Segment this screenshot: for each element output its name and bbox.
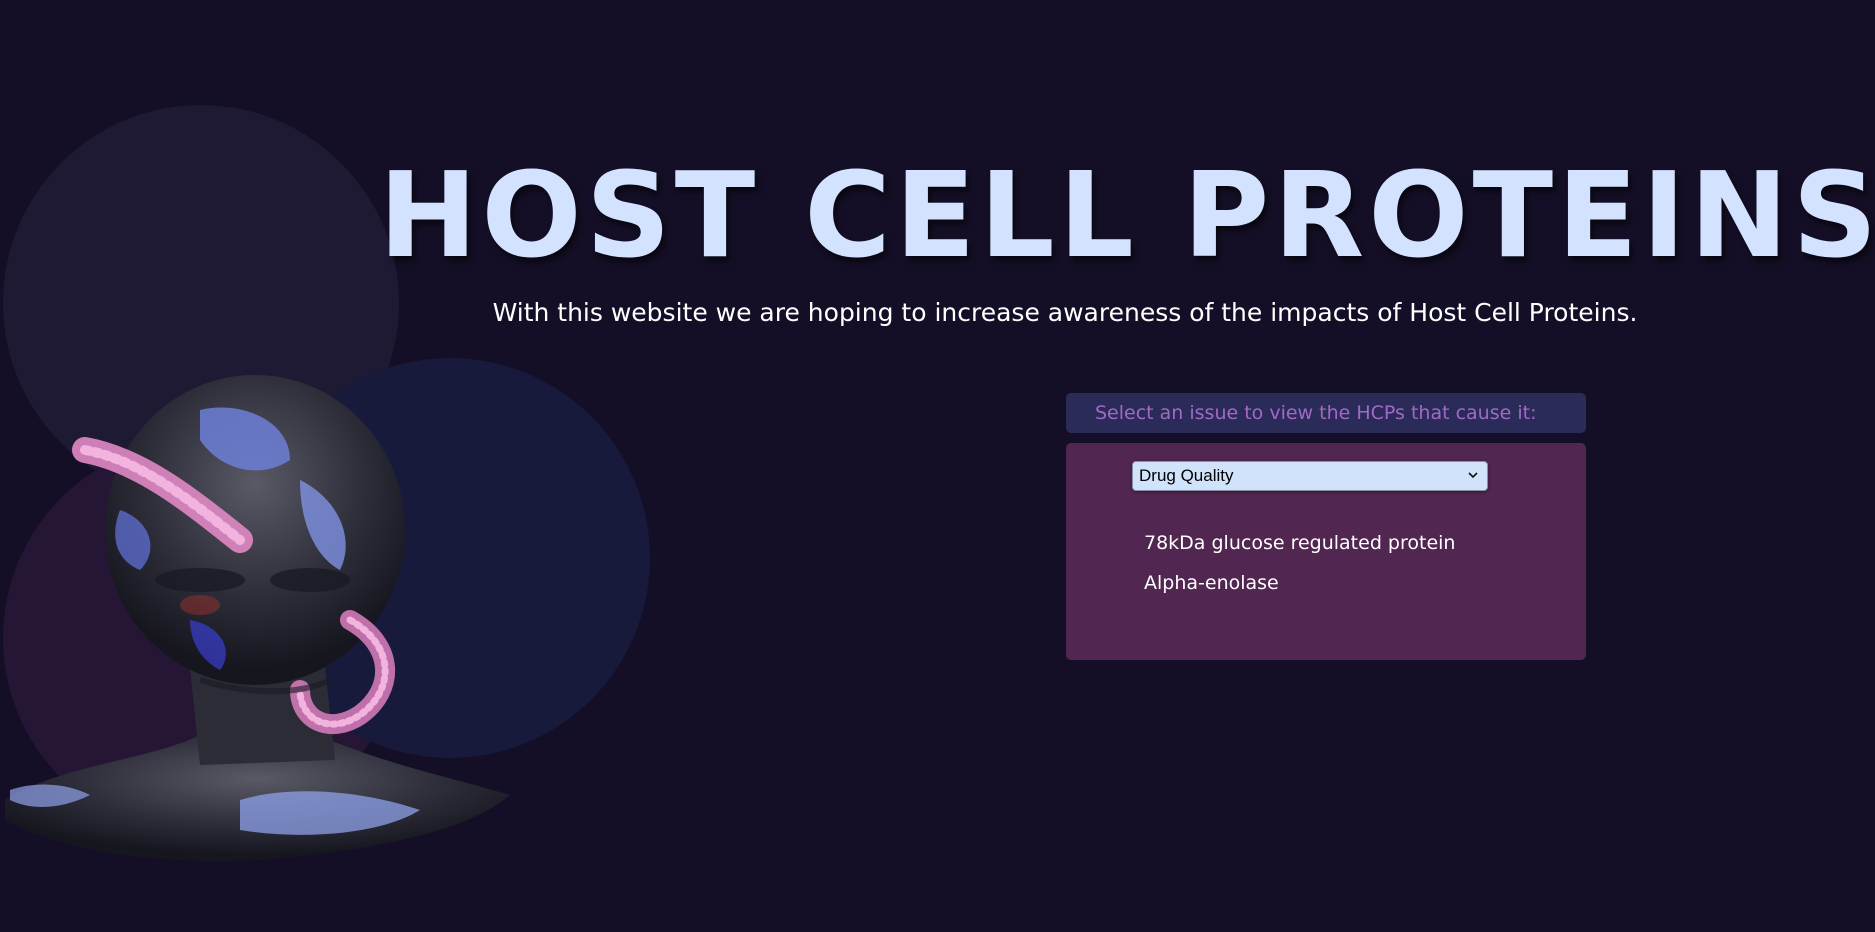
issue-select-dropdown[interactable]: Drug Quality [1132, 461, 1488, 491]
issue-select-prompt: Select an issue to view the HCPs that ca… [1066, 393, 1586, 433]
list-item: 78kDa glucose regulated protein [1144, 532, 1456, 554]
hcp-list: 78kDa glucose regulated protein Alpha-en… [1144, 531, 1455, 611]
protein-bust-illustration [5, 375, 510, 861]
page-subtitle: With this website we are hoping to incre… [492, 298, 1638, 327]
page: HOST CELL PROTEINS With this website we … [0, 0, 1875, 932]
issue-select-value: Drug Quality [1139, 466, 1234, 485]
chevron-down-icon [1468, 472, 1478, 479]
list-item: Alpha-enolase [1144, 572, 1279, 594]
hcp-results-panel: Drug Quality 78kDa glucose regulated pro… [1066, 443, 1586, 660]
page-title: HOST CELL PROTEINS [378, 146, 1875, 284]
